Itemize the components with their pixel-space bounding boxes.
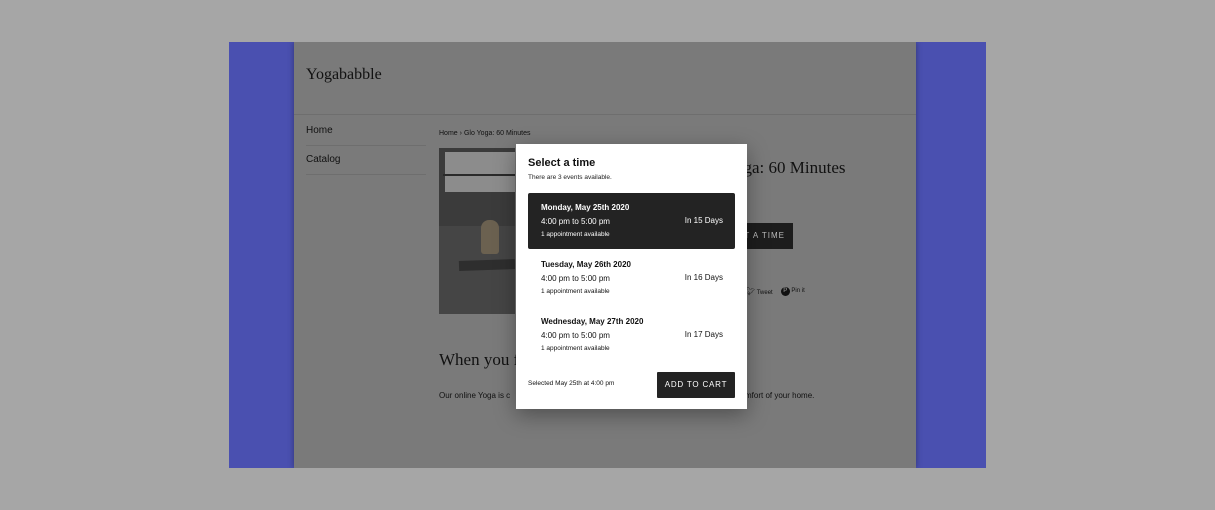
- slot-availability: 1 appointment available: [541, 231, 610, 238]
- tweet-link[interactable]: 🐦︎ Tweet: [745, 287, 773, 296]
- description-text-continued: mfort of your home.: [745, 391, 815, 400]
- slot-date: Wednesday, May 27th 2020: [541, 317, 644, 326]
- breadcrumb-separator: ›: [459, 130, 462, 137]
- nav-divider: [306, 174, 426, 175]
- nav-home[interactable]: Home: [306, 125, 333, 136]
- slot-date: Monday, May 25th 2020: [541, 203, 630, 212]
- breadcrumb-current: Glo Yoga: 60 Minutes: [463, 130, 531, 137]
- pin-link[interactable]: P Pin it: [780, 287, 805, 296]
- section-heading: When you f: [439, 350, 520, 369]
- product-title: oga: 60 Minutes: [735, 158, 846, 177]
- pinterest-icon: P: [780, 287, 790, 296]
- product-image[interactable]: [439, 148, 515, 314]
- slot-availability: 1 appointment available: [541, 288, 610, 295]
- header-divider: [294, 114, 916, 115]
- site-title[interactable]: Yogababble: [306, 66, 382, 84]
- modal-subtitle: There are 3 events available.: [528, 174, 612, 181]
- slot-date: Tuesday, May 26th 2020: [541, 260, 631, 269]
- slot-relative-day: In 17 Days: [684, 330, 723, 339]
- share-links: 🐦︎ Tweet P Pin it: [745, 287, 805, 296]
- slot-availability: 1 appointment available: [541, 345, 610, 352]
- select-time-modal: Select a time There are 3 events availab…: [516, 144, 747, 409]
- time-slot-option[interactable]: Wednesday, May 27th 2020 4:00 pm to 5:00…: [528, 307, 735, 363]
- description-text: Our online Yoga is c: [439, 391, 511, 400]
- slot-relative-day: In 15 Days: [684, 216, 723, 225]
- selected-time-summary: Selected May 25th at 4:00 pm: [528, 380, 615, 387]
- nav-catalog[interactable]: Catalog: [306, 154, 340, 165]
- modal-title: Select a time: [528, 157, 596, 169]
- nav-divider: [306, 145, 426, 146]
- breadcrumb-home[interactable]: Home: [439, 130, 458, 137]
- add-to-cart-button[interactable]: ADD TO CART: [657, 372, 735, 398]
- time-slot-option[interactable]: Tuesday, May 26th 2020 4:00 pm to 5:00 p…: [528, 250, 735, 306]
- breadcrumb: Home › Glo Yoga: 60 Minutes: [439, 130, 531, 137]
- slot-relative-day: In 16 Days: [684, 273, 723, 282]
- time-slot-option[interactable]: Monday, May 25th 2020 4:00 pm to 5:00 pm…: [528, 193, 735, 249]
